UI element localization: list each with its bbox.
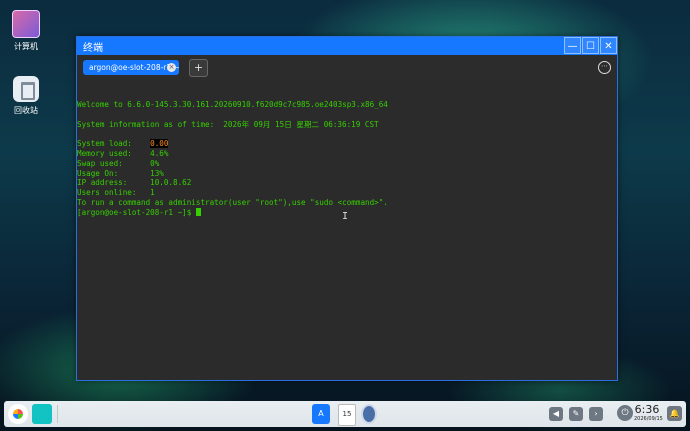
tab-label: argon@oe-slot-208-r1:~ bbox=[89, 63, 179, 72]
pen-icon[interactable]: ✎ bbox=[569, 407, 583, 421]
clock-time: 6:36 bbox=[634, 403, 660, 416]
desktop-icon-computer[interactable]: 计算机 bbox=[0, 10, 52, 52]
taskbar: A 15 ◀ ✎ › ⏻ 6:36 2026/09/15 🔔 bbox=[4, 401, 686, 427]
desktop-icon-label: 回收站 bbox=[14, 106, 38, 115]
new-tab-button[interactable]: + bbox=[189, 59, 208, 77]
window-titlebar[interactable]: 终端 — ☐ ✕ bbox=[77, 37, 617, 55]
terminal-tab[interactable]: argon@oe-slot-208-r1:~ × bbox=[83, 60, 179, 75]
welcome-line: Welcome to 6.6.0-145.3.30.161.20260910.f… bbox=[77, 100, 388, 109]
clock-date: 2026/09/15 bbox=[634, 416, 663, 422]
notification-icon[interactable]: 🔔 bbox=[667, 406, 682, 421]
multitask-view-icon[interactable] bbox=[32, 404, 52, 424]
sudo-hint-line: To run a command as administrator(user "… bbox=[77, 197, 388, 207]
window-title: 终端 bbox=[83, 42, 103, 54]
users-line: Users online: 1 bbox=[77, 188, 155, 198]
memory-line: Memory used: 4.6% bbox=[77, 148, 169, 158]
app-store-icon[interactable]: A bbox=[312, 404, 330, 424]
tab-close-icon[interactable]: × bbox=[167, 63, 176, 72]
sysinfo-line: System information as of time: 2026年 09月… bbox=[77, 119, 379, 129]
terminal-window: 终端 — ☐ ✕ argon@oe-slot-208-r1:~ × + ⋯ We… bbox=[76, 36, 618, 381]
tab-bar: argon@oe-slot-208-r1:~ × + ⋯ bbox=[77, 55, 617, 81]
volume-icon[interactable]: ◀ bbox=[549, 407, 563, 421]
desktop-icon-recycle-bin[interactable]: 回收站 bbox=[0, 76, 52, 116]
load-line: System load: 0.00 bbox=[77, 139, 617, 149]
calendar-icon[interactable]: 15 bbox=[338, 404, 356, 426]
ip-line: IP address: 10.0.8.62 bbox=[77, 178, 192, 188]
power-icon[interactable]: ⏻ bbox=[617, 405, 633, 421]
desktop-icon-label: 计算机 bbox=[14, 42, 38, 51]
text-cursor bbox=[195, 207, 201, 216]
more-menu-icon[interactable]: ⋯ bbox=[598, 61, 611, 74]
clock[interactable]: 6:36 2026/09/15 bbox=[634, 403, 663, 423]
computer-icon bbox=[12, 10, 40, 38]
recycle-bin-icon bbox=[13, 76, 39, 102]
shell-prompt: [argon@oe-slot-208-r1 ~]$ bbox=[77, 207, 196, 217]
minimize-button[interactable]: — bbox=[564, 37, 581, 54]
taskbar-divider bbox=[57, 405, 58, 423]
usage-line: Usage On: 13% bbox=[77, 168, 164, 178]
load-value: 0.00 bbox=[150, 139, 169, 149]
terminal-output[interactable]: Welcome to 6.6.0-145.3.30.161.20260910.f… bbox=[77, 81, 617, 380]
app-launcher-icon[interactable] bbox=[8, 404, 28, 424]
close-button[interactable]: ✕ bbox=[600, 37, 617, 54]
ibeam-cursor-icon: I bbox=[342, 211, 349, 222]
chevron-right-icon[interactable]: › bbox=[589, 407, 603, 421]
maximize-button[interactable]: ☐ bbox=[582, 37, 599, 54]
load-label: System load: bbox=[77, 139, 151, 149]
settings-icon[interactable] bbox=[361, 404, 377, 424]
swap-line: Swap used: 0% bbox=[77, 158, 160, 168]
